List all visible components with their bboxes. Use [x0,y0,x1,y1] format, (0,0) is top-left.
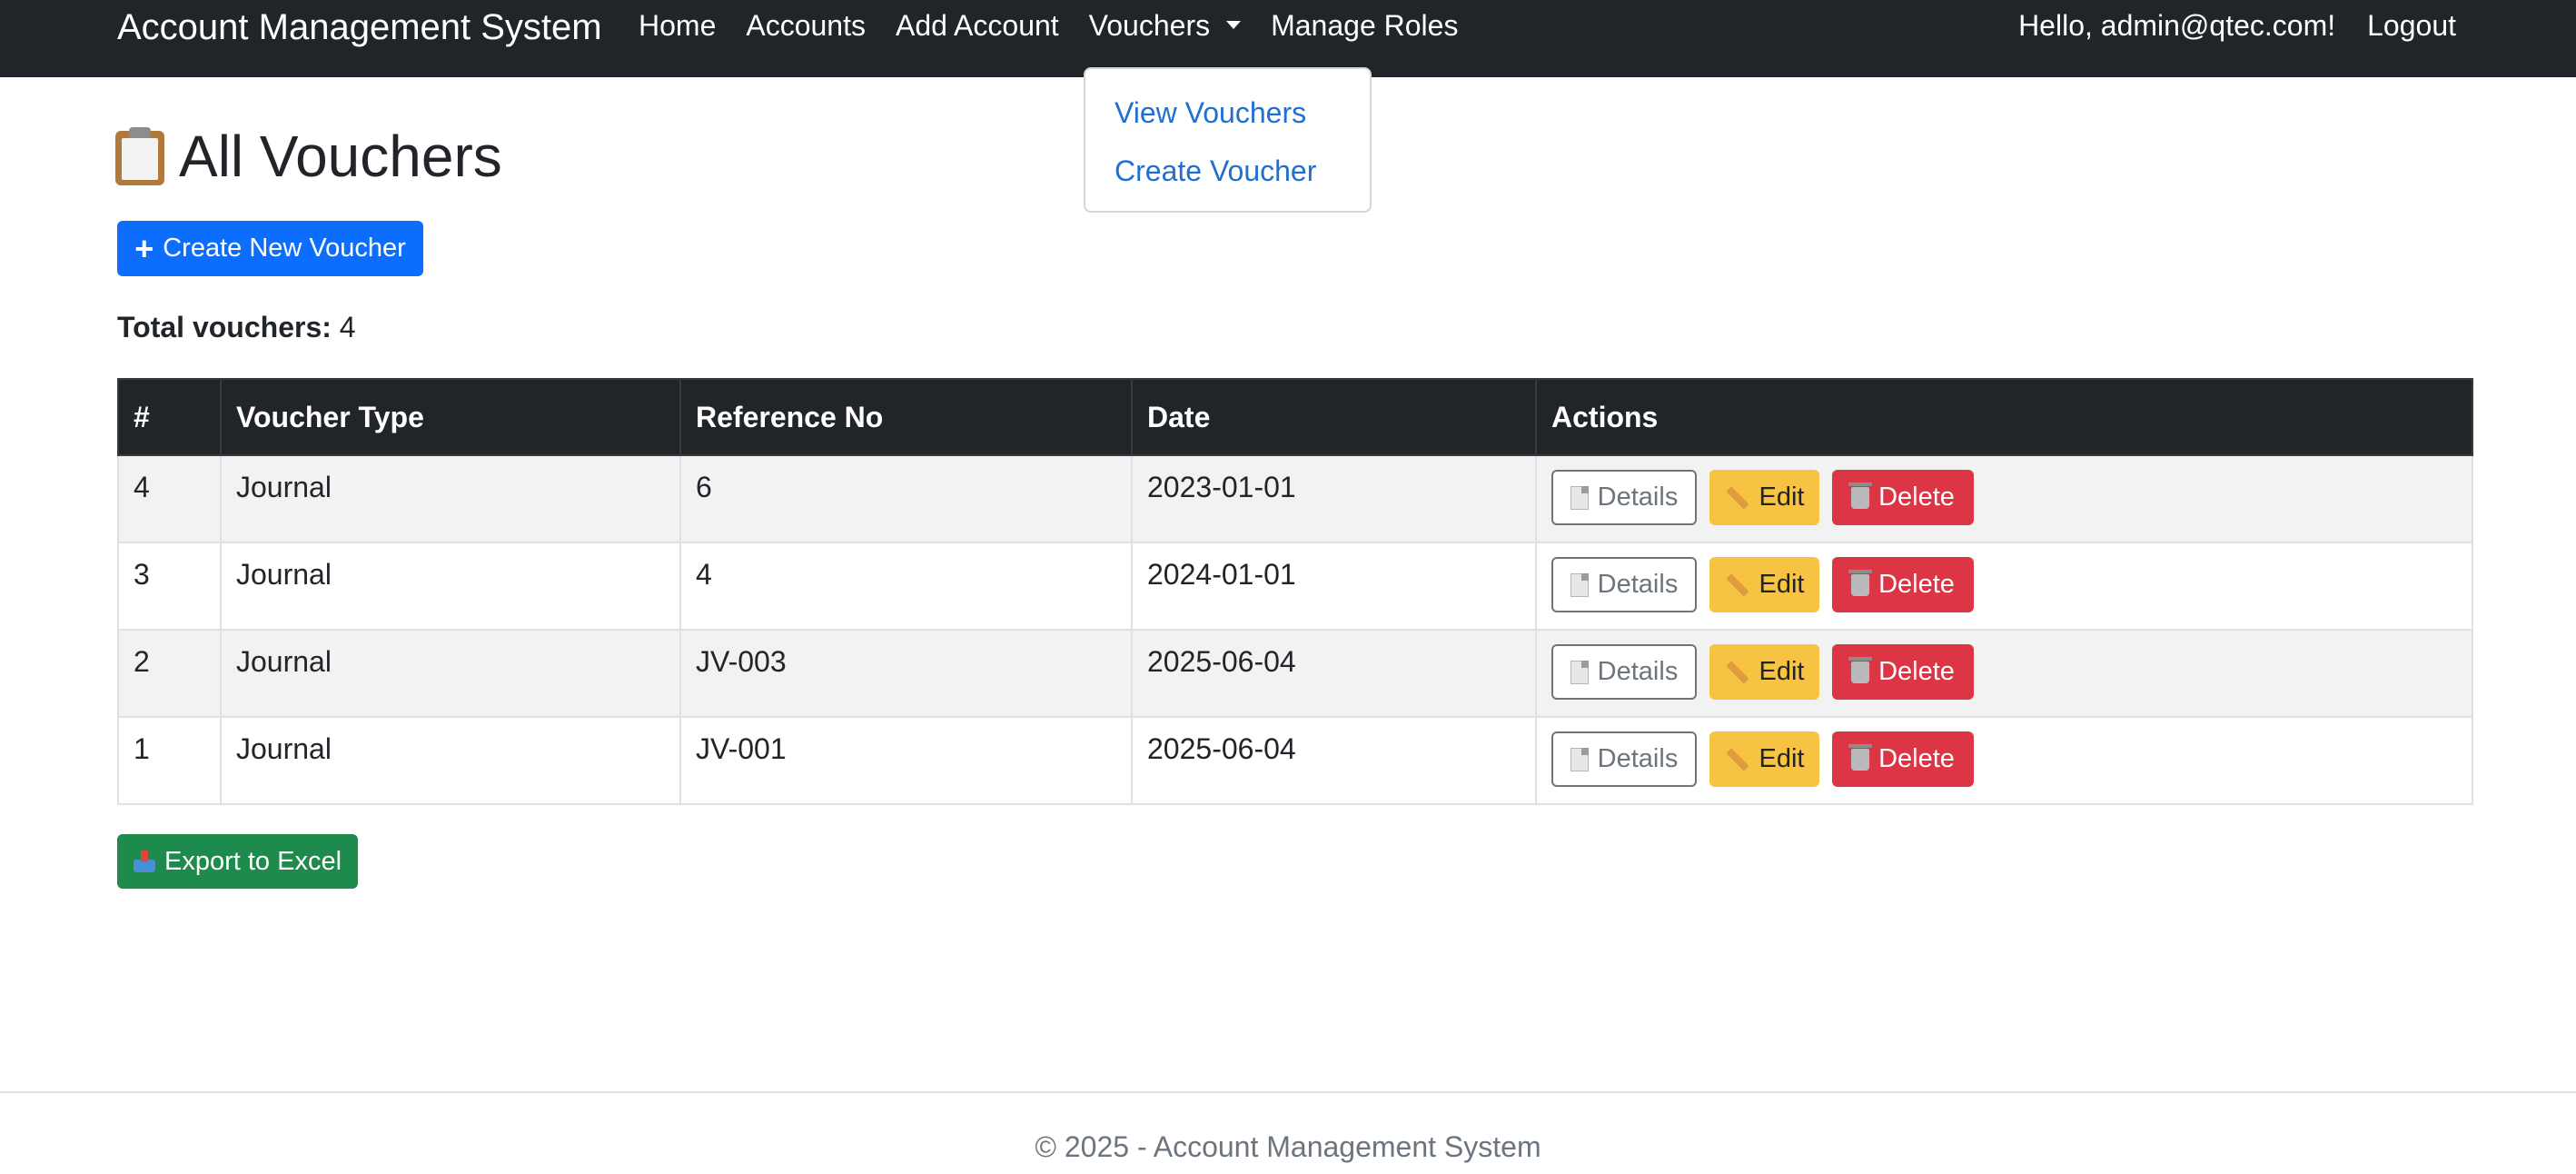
cell-date: 2024-01-01 [1131,542,1537,631]
nav-link-add-account[interactable]: Add Account [896,7,1059,44]
nav-link-manage-roles[interactable]: Manage Roles [1271,7,1458,44]
details-button[interactable]: Details [1551,557,1697,612]
details-button[interactable]: Details [1551,470,1697,525]
nav-link-accounts[interactable]: Accounts [746,7,866,44]
trash-icon [1848,656,1873,683]
delete-button[interactable]: Delete [1832,731,1974,787]
table-row: 4 Journal 6 2023-01-01 Details Edit Delete [117,454,2473,543]
cell-id: 1 [117,716,222,805]
nav-links: Home Accounts Add Account Vouchers Manag… [639,7,1488,44]
edit-button[interactable]: Edit [1709,731,1819,787]
column-header-reference-no: Reference No [679,378,1133,456]
vouchers-table-wrap: # Voucher Type Reference No Date Actions… [117,378,2473,805]
details-label: Details [1597,483,1679,512]
cell-actions: Details Edit Delete [1535,454,2473,543]
edit-label: Edit [1759,483,1805,512]
create-voucher-label: Create New Voucher [163,234,406,263]
cell-actions: Details Edit Delete [1535,716,2473,805]
cell-reference-no: JV-001 [679,716,1133,805]
cell-voucher-type: Journal [220,454,681,543]
edit-label: Edit [1759,657,1805,686]
cell-voucher-type: Journal [220,716,681,805]
trash-icon [1848,482,1873,509]
edit-button[interactable]: Edit [1709,644,1819,700]
edit-button[interactable]: Edit [1709,470,1819,525]
table-row: 1 Journal JV-001 2025-06-04 Details Edit D… [117,716,2473,805]
cell-reference-no: 4 [679,542,1133,631]
plus-icon: + [134,229,154,267]
delete-button[interactable]: Delete [1832,644,1974,700]
trash-icon [1848,743,1873,771]
page-title-row: All Vouchers [115,120,502,193]
outbox-tray-icon [133,851,155,872]
dropdown-item-create-voucher[interactable]: Create Voucher [1115,153,1316,189]
edit-button[interactable]: Edit [1709,557,1819,612]
edit-label: Edit [1759,570,1805,599]
delete-button[interactable]: Delete [1832,557,1974,612]
export-to-excel-button[interactable]: Export to Excel [117,834,358,889]
cell-date: 2025-06-04 [1131,716,1537,805]
column-header-voucher-type: Voucher Type [220,378,681,456]
document-icon [1570,660,1589,684]
caret-down-icon [1226,21,1242,30]
details-label: Details [1597,657,1679,686]
document-icon [1570,572,1589,597]
total-vouchers-value: 4 [339,311,356,343]
column-header-actions: Actions [1535,378,2473,456]
table-row: 2 Journal JV-003 2025-06-04 Details Edit D… [117,629,2473,718]
footer-divider [0,1091,2576,1093]
column-header-id: # [117,378,222,456]
cell-id: 2 [117,629,222,718]
cell-id: 4 [117,454,222,543]
details-label: Details [1597,744,1679,773]
dropdown-item-view-vouchers[interactable]: View Vouchers [1115,95,1306,131]
table-row: 3 Journal 4 2024-01-01 Details Edit Delete [117,542,2473,631]
document-icon [1570,485,1589,510]
document-icon [1570,747,1589,771]
cell-actions: Details Edit Delete [1535,542,2473,631]
logout-link[interactable]: Logout [2367,7,2456,44]
column-header-date: Date [1131,378,1537,456]
total-vouchers: Total vouchers: 4 [117,309,356,345]
delete-label: Delete [1878,570,1955,599]
nav-user-area: Hello, admin@qtec.com! Logout [2018,7,2456,44]
pencil-icon [1725,747,1749,771]
vouchers-table: # Voucher Type Reference No Date Actions… [117,378,2473,805]
navbar-brand[interactable]: Account Management System [117,5,602,49]
total-vouchers-label: Total vouchers: [117,311,332,343]
vouchers-dropdown-menu: View Vouchers Create Voucher [1084,67,1372,213]
page-title: All Vouchers [179,124,502,189]
nav-link-vouchers[interactable]: Vouchers [1088,7,1242,44]
create-voucher-button[interactable]: + Create New Voucher [117,221,423,276]
pencil-icon [1725,572,1749,597]
details-button[interactable]: Details [1551,644,1697,700]
nav-link-vouchers-label: Vouchers [1088,9,1211,42]
navbar: Account Management System Home Accounts … [0,0,2576,77]
table-header-row: # Voucher Type Reference No Date Actions [117,378,2473,456]
details-label: Details [1597,570,1679,599]
edit-label: Edit [1759,744,1805,773]
pencil-icon [1725,660,1749,684]
delete-label: Delete [1878,483,1955,512]
export-to-excel-label: Export to Excel [163,846,342,876]
clipboard-icon [115,127,164,185]
cell-voucher-type: Journal [220,629,681,718]
cell-reference-no: 6 [679,454,1133,543]
cell-actions: Details Edit Delete [1535,629,2473,718]
user-greeting: Hello, admin@qtec.com! [2018,9,2336,42]
cell-date: 2023-01-01 [1131,454,1537,543]
footer-text: © 2025 - Account Management System [1035,1130,1541,1163]
delete-label: Delete [1878,657,1955,686]
delete-label: Delete [1878,744,1955,773]
trash-icon [1848,569,1873,596]
cell-reference-no: JV-003 [679,629,1133,718]
cell-voucher-type: Journal [220,542,681,631]
pencil-icon [1725,485,1749,510]
nav-link-home[interactable]: Home [639,7,716,44]
cell-date: 2025-06-04 [1131,629,1537,718]
cell-id: 3 [117,542,222,631]
details-button[interactable]: Details [1551,731,1697,787]
delete-button[interactable]: Delete [1832,470,1974,525]
